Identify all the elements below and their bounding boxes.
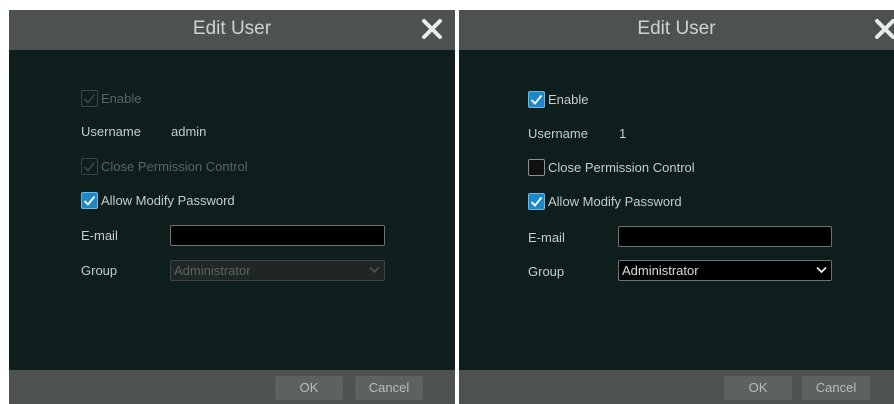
close-permission-checkbox-row[interactable]: Close Permission Control (81, 158, 248, 175)
group-select[interactable]: Administrator (618, 260, 832, 281)
ok-button[interactable]: OK (275, 376, 343, 400)
dialog-title: Edit User (192, 18, 272, 39)
close-permission-label: Close Permission Control (101, 159, 248, 174)
allow-modify-password-checkbox-row[interactable]: Allow Modify Password (528, 193, 682, 210)
close-icon (875, 19, 894, 39)
close-button[interactable] (872, 16, 894, 42)
title-bar: Edit User (9, 10, 455, 50)
group-select[interactable]: Administrator (170, 260, 385, 281)
close-permission-label: Close Permission Control (548, 160, 695, 175)
username-label: Username (81, 124, 141, 139)
enable-label: Enable (101, 91, 142, 106)
allow-modify-password-label: Allow Modify Password (101, 193, 235, 208)
close-permission-checkbox-row[interactable]: Close Permission Control (528, 159, 695, 176)
cancel-button[interactable]: Cancel (355, 376, 423, 400)
edit-user-dialog-left: Edit User Enable Username admin Close Pe… (9, 10, 455, 404)
group-label: Group (81, 263, 118, 278)
email-label: E-mail (81, 228, 118, 243)
check-icon (83, 93, 96, 104)
allow-modify-password-label: Allow Modify Password (548, 194, 682, 209)
username-value: admin (171, 124, 207, 139)
check-icon (530, 94, 543, 105)
group-select-value: Administrator (622, 263, 699, 278)
check-icon (530, 196, 543, 207)
allow-modify-password-checkbox[interactable] (528, 193, 545, 210)
enable-checkbox[interactable] (81, 90, 98, 107)
dialog-footer: OK Cancel (459, 370, 894, 404)
username-label: Username (528, 126, 588, 141)
group-select-value: Administrator (174, 263, 251, 278)
cancel-button[interactable]: Cancel (802, 376, 870, 400)
enable-label: Enable (548, 92, 589, 107)
enable-checkbox-row[interactable]: Enable (528, 91, 588, 108)
check-icon (83, 161, 96, 172)
dialog-footer: OK Cancel (9, 370, 455, 404)
close-permission-checkbox[interactable] (81, 158, 98, 175)
edit-user-dialog-right: Edit User Enable Username 1 Close Permis… (459, 10, 894, 404)
username-value: 1 (619, 126, 627, 141)
allow-modify-password-checkbox-row[interactable]: Allow Modify Password (81, 192, 235, 209)
group-label: Group (528, 264, 565, 279)
chevron-down-icon (816, 266, 827, 274)
email-input[interactable] (618, 226, 832, 247)
enable-checkbox-row[interactable]: Enable (81, 90, 141, 107)
ok-button[interactable]: OK (724, 376, 792, 400)
dialog-title: Edit User (637, 18, 716, 39)
email-label: E-mail (528, 230, 565, 245)
allow-modify-password-checkbox[interactable] (81, 192, 98, 209)
chevron-down-icon (369, 266, 380, 274)
check-icon (83, 195, 96, 206)
close-icon (422, 19, 442, 39)
email-input[interactable] (170, 225, 385, 246)
title-bar: Edit User (459, 10, 894, 50)
close-permission-checkbox[interactable] (528, 159, 545, 176)
close-button[interactable] (419, 16, 445, 42)
enable-checkbox[interactable] (528, 91, 545, 108)
